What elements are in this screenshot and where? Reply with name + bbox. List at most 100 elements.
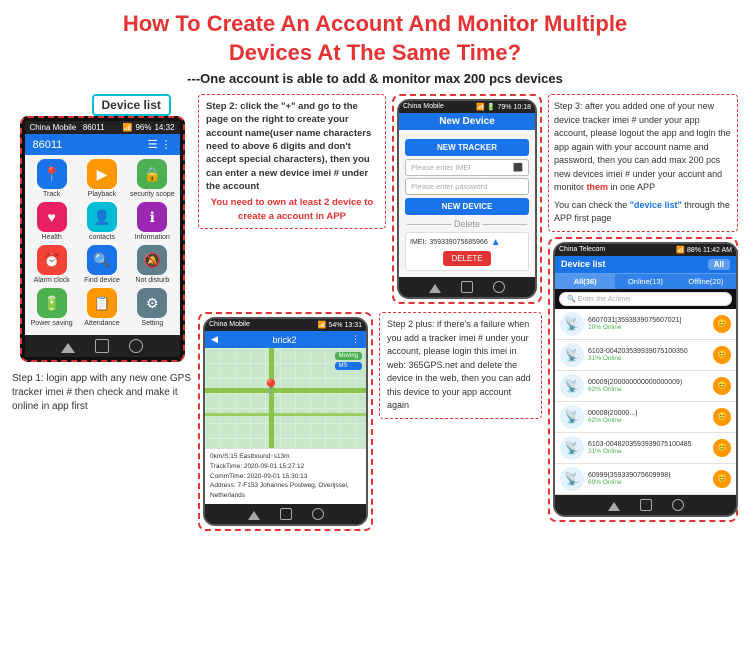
- nd-home[interactable]: [461, 281, 473, 293]
- app-attendance[interactable]: 📋 Attendance: [79, 288, 125, 327]
- app-disturb[interactable]: 🔕 Not disturb: [129, 245, 175, 284]
- dl-item-3[interactable]: 📡 00009(200000000000000009) 62% Online 😊: [555, 371, 736, 402]
- dl-icon-6: 📡: [560, 467, 584, 491]
- dl-item-1[interactable]: 📡 6607031[35939390756070​21] 10% Online …: [555, 309, 736, 340]
- app-grid: 📍 Track ▶ Playback 🔒 security scope: [29, 159, 176, 327]
- title-line1: How To Create An Account And Monitor Mul…: [123, 11, 627, 36]
- track-time: TrackTime: 2020-09-01 15:27:12: [210, 462, 361, 472]
- dl-icon-5: 📡: [560, 436, 584, 460]
- moving-badge: Moving: [335, 352, 362, 360]
- security-icon: 🔒: [137, 159, 167, 189]
- playback-icon: ▶: [87, 159, 117, 189]
- new-tracker-btn[interactable]: NEW TRACKER: [405, 139, 529, 156]
- map-home[interactable]: [280, 508, 292, 520]
- password-input[interactable]: Please enter password: [405, 178, 529, 195]
- step2plus-text: Step 2 plus: if there's a failure when y…: [387, 319, 531, 410]
- dl-recent[interactable]: [672, 499, 684, 511]
- dl-tab-online[interactable]: Online(13): [615, 274, 675, 289]
- dl-item-2[interactable]: 📡 6103-0042035399390751003​50 31% Online…: [555, 340, 736, 371]
- app-setting[interactable]: ⚙ Setting: [129, 288, 175, 327]
- carrier-left: China Mobile 86011: [30, 123, 105, 132]
- back-btn[interactable]: [61, 339, 75, 353]
- recent-btn[interactable]: [129, 339, 143, 353]
- dl-icon-1: 📡: [560, 312, 584, 336]
- dl-avatar-4: 😊: [713, 408, 731, 426]
- dl-icon-3: 📡: [560, 374, 584, 398]
- power-label: Power saving: [31, 320, 73, 327]
- dl-text-2: 6103-0042035399390751003​50 31% Online: [588, 348, 709, 362]
- dl-tabs: All(36) Online(13) Offline(20): [555, 273, 736, 289]
- nd-back[interactable]: [429, 281, 441, 293]
- map-carrier: China Mobile: [209, 321, 250, 329]
- speed-info: 0km/S:15 Eastbound↑s13m: [210, 452, 361, 462]
- map-status-bar: China Mobile 📶 54% 13:31: [205, 319, 366, 331]
- delete-label: Delete: [454, 219, 480, 229]
- device-list-ref: "device list": [630, 200, 682, 210]
- dl-item-5[interactable]: 📡 6103-004820359393907510​0485 31% Onlin…: [555, 433, 736, 464]
- time-left: 14:32: [154, 123, 174, 132]
- map-recent[interactable]: [312, 508, 324, 520]
- dl-name-3: 00009(200000000000000009): [588, 379, 709, 386]
- imei-input[interactable]: Please enter IMEI ⬛: [405, 159, 529, 176]
- dl-tab-offline[interactable]: Offline(20): [676, 274, 736, 289]
- new-device-phone-wrapper: China Mobile 📶 🔋 79% 10:18 New Device NE…: [392, 94, 542, 304]
- dl-avatar-1: 😊: [713, 315, 731, 333]
- new-device-phone: China Mobile 📶 🔋 79% 10:18 New Device NE…: [397, 99, 537, 299]
- device-list-phone: China Telecom 📶 88% 11:42 AM Device list…: [553, 242, 738, 517]
- subtitle: ---One account is able to add & monitor …: [12, 71, 738, 86]
- attendance-icon: 📋: [87, 288, 117, 318]
- power-icon: 🔋: [37, 288, 67, 318]
- dl-status-1: 10% Online: [588, 324, 709, 331]
- middle-section: Step 2: click the "+" and go to the page…: [198, 94, 542, 531]
- find-label: Find device: [84, 277, 120, 284]
- map-status-right: 📶 54% 13:31: [318, 321, 362, 329]
- home-btn[interactable]: [95, 339, 109, 353]
- map-phone: China Mobile 📶 54% 13:31 ◀ brick2 ⋮: [203, 317, 368, 526]
- dl-item-6[interactable]: 📡 60999(35933907560​9998) 69% Online 😊: [555, 464, 736, 495]
- contacts-icon: 👤: [87, 202, 117, 232]
- app-health[interactable]: ♥ Health: [29, 202, 75, 241]
- header-icons: ☰ ⋮: [148, 138, 172, 151]
- security-label: security scope: [130, 191, 175, 198]
- dl-status-4: 62% Online: [588, 417, 709, 424]
- delete-btn[interactable]: DELETE: [443, 251, 490, 266]
- step3-box: Step 3: after you added one of your new …: [548, 94, 738, 232]
- dl-avatar-6: 😊: [713, 470, 731, 488]
- them-highlight: them: [587, 182, 609, 192]
- step2-title: Step 2: click the "+" and go to the page…: [206, 100, 378, 193]
- dl-home[interactable]: [640, 499, 652, 511]
- imei-label: IMEI:: [410, 239, 426, 246]
- dl-tab-all[interactable]: All(36): [555, 274, 615, 289]
- map-header: ◀ brick2 ⋮: [205, 331, 366, 348]
- dl-all-btn[interactable]: All: [708, 259, 730, 270]
- nd-recent[interactable]: [493, 281, 505, 293]
- dl-status-3: 62% Online: [588, 386, 709, 393]
- app-power[interactable]: 🔋 Power saving: [29, 288, 75, 327]
- add-device-btn[interactable]: NEW DEVICE: [405, 198, 529, 215]
- nd-nav: [399, 277, 535, 297]
- app-security[interactable]: 🔒 security scope: [129, 159, 175, 198]
- device-list-text: Device list: [102, 98, 161, 112]
- app-playback[interactable]: ▶ Playback: [79, 159, 125, 198]
- back-arrow-icon[interactable]: ◀: [211, 334, 218, 345]
- dl-title: Device list: [561, 259, 606, 269]
- nd-delete-section: IMEI: 359339075685966 ▲ DELETE: [405, 232, 529, 271]
- app-track[interactable]: 📍 Track: [29, 159, 75, 198]
- location-icon: ▲: [491, 237, 501, 248]
- menu-icon[interactable]: ⋮: [351, 334, 360, 345]
- dl-item-4[interactable]: 📡 00008(20000...) 62% Online 😊: [555, 402, 736, 433]
- app-alarm[interactable]: ⏰ Alarm clock: [29, 245, 75, 284]
- dl-search[interactable]: 🔍 Enter the Ac/imei: [559, 292, 732, 306]
- app-contacts[interactable]: 👤 contacts: [79, 202, 125, 241]
- disturb-label: Not disturb: [135, 277, 169, 284]
- left-phone-header: 86011 ☰ ⋮: [25, 134, 180, 155]
- signal-icon: 📶: [122, 123, 132, 132]
- app-info[interactable]: ℹ Information: [129, 202, 175, 241]
- app-find[interactable]: 🔍 Find device: [79, 245, 125, 284]
- map-back[interactable]: [248, 508, 260, 520]
- dl-back[interactable]: [608, 499, 620, 511]
- playback-label: Playback: [88, 191, 116, 198]
- ms-badge: MS: [335, 362, 362, 370]
- middle-bottom: China Mobile 📶 54% 13:31 ◀ brick2 ⋮: [198, 312, 542, 531]
- step3-text-content: Step 3: after you added one of your new …: [554, 101, 731, 192]
